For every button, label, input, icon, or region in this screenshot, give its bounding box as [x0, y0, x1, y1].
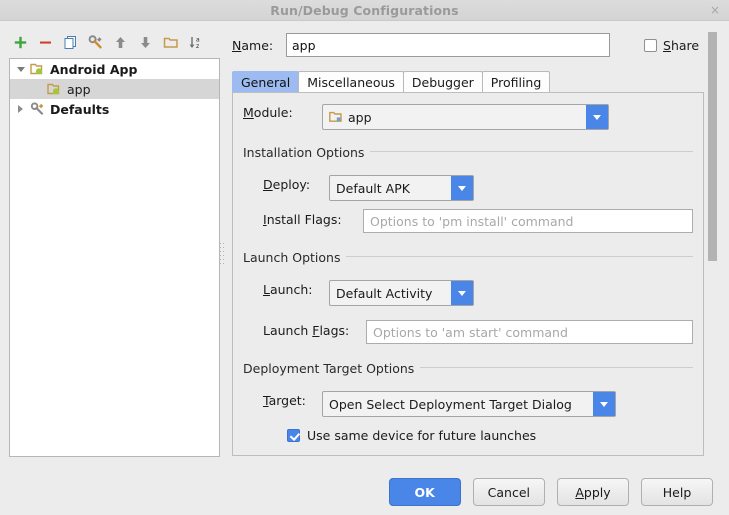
launch-options-divider [331, 256, 693, 257]
deploy-combobox-value: Default APK [336, 180, 410, 196]
share-label: Share [663, 38, 700, 53]
dialog-button-bar: OK Cancel Apply Help [0, 478, 729, 506]
tree-node-label: Android App [50, 61, 138, 77]
name-input[interactable] [286, 33, 610, 57]
copy-icon[interactable] [58, 31, 83, 53]
tab-profiling[interactable]: Profiling [481, 71, 551, 93]
help-button[interactable]: Help [641, 478, 713, 506]
module-combobox-value-wrap: app [323, 105, 586, 129]
panel-splitter[interactable] [220, 243, 225, 271]
tab-miscellaneous[interactable]: Miscellaneous [298, 71, 404, 93]
share-checkbox-group[interactable]: Share [644, 38, 699, 53]
tree-node-app[interactable]: app [10, 79, 219, 99]
launch-flags-input[interactable]: Options to 'am start' command [366, 320, 693, 344]
tree-node-android-app[interactable]: Android App [10, 59, 219, 79]
module-label: Module: [243, 105, 293, 120]
module-combobox[interactable]: app [322, 104, 609, 130]
cancel-button[interactable]: Cancel [472, 478, 545, 506]
launch-flags-label: Launch Flags: [263, 323, 350, 338]
configurations-toolbar: a z [8, 30, 219, 54]
launch-flags-row: Launch Flags: [263, 323, 349, 338]
installation-options-divider [345, 151, 693, 152]
tab-debugger[interactable]: Debugger [402, 71, 483, 93]
chevron-down-icon[interactable] [593, 392, 615, 416]
window-title: Run/Debug Configurations [270, 3, 459, 18]
chevron-down-icon[interactable] [451, 281, 473, 305]
target-combobox[interactable]: Open Select Deployment Target Dialog [322, 391, 616, 417]
install-flags-placeholder: Options to 'pm install' command [370, 213, 574, 229]
deployment-target-options-divider [394, 367, 693, 368]
launch-flags-placeholder: Options to 'am start' command [373, 324, 568, 340]
use-same-device-checkbox[interactable] [287, 429, 300, 442]
deploy-combobox[interactable]: Default APK [329, 175, 474, 201]
tree-node-label: Defaults [50, 101, 110, 117]
install-flags-input[interactable]: Options to 'pm install' command [363, 209, 693, 233]
window-titlebar: Run/Debug Configurations × [0, 0, 729, 21]
close-icon[interactable]: × [710, 3, 720, 17]
sort-alpha-icon[interactable]: a z [183, 31, 208, 53]
launch-options-title: Launch Options [243, 250, 347, 265]
tree-node-defaults[interactable]: Defaults [10, 99, 219, 119]
module-combobox-value: app [348, 109, 372, 125]
name-label: Name: [232, 38, 274, 53]
svg-text:z: z [196, 43, 199, 50]
move-up-icon[interactable] [108, 31, 133, 53]
use-same-device-row[interactable]: Use same device for future launches [287, 428, 536, 443]
add-icon[interactable] [8, 31, 33, 53]
deploy-label: Deploy: [263, 177, 311, 192]
remove-icon[interactable] [33, 31, 58, 53]
edit-templates-icon[interactable] [83, 31, 108, 53]
chevron-down-icon[interactable] [586, 105, 608, 129]
launch-combobox[interactable]: Default Activity [329, 280, 474, 306]
install-flags-row: Install Flags: [263, 212, 342, 227]
launch-row: Launch: [263, 282, 312, 297]
chevron-down-icon[interactable] [451, 176, 473, 200]
module-row: Module: [243, 105, 321, 120]
launch-combobox-value: Default Activity [336, 285, 433, 301]
content-scrollbar-thumb[interactable] [708, 32, 717, 261]
chevron-right-icon[interactable] [12, 105, 29, 113]
tab-general[interactable]: General [232, 71, 300, 93]
share-checkbox[interactable] [644, 39, 657, 52]
module-folder-icon [329, 111, 343, 123]
chevron-down-icon[interactable] [12, 66, 29, 72]
wrench-icon [29, 101, 47, 117]
install-flags-label: Install Flags: [263, 212, 342, 227]
ok-button[interactable]: OK [388, 478, 461, 506]
deploy-row: Deploy: [263, 177, 310, 192]
move-down-icon[interactable] [133, 31, 158, 53]
settings-tabs[interactable]: General Miscellaneous Debugger Profiling [232, 70, 551, 93]
use-same-device-label: Use same device for future launches [307, 428, 537, 443]
folder-icon[interactable] [158, 31, 183, 53]
target-combobox-value: Open Select Deployment Target Dialog [329, 396, 572, 412]
target-label: Target: [263, 393, 306, 408]
target-row: Target: [263, 393, 306, 408]
configurations-tree[interactable]: Android App app Defaults [9, 58, 220, 457]
android-folder-icon [46, 81, 64, 97]
installation-options-title: Installation Options [243, 145, 371, 160]
tree-node-label: app [67, 81, 91, 97]
apply-button[interactable]: Apply [557, 478, 629, 506]
general-tab-panel: Module: app Installation Options Deploy:… [232, 92, 704, 456]
launch-label: Launch: [263, 282, 313, 297]
android-folder-icon [29, 61, 47, 77]
deployment-target-options-title: Deployment Target Options [243, 361, 421, 376]
